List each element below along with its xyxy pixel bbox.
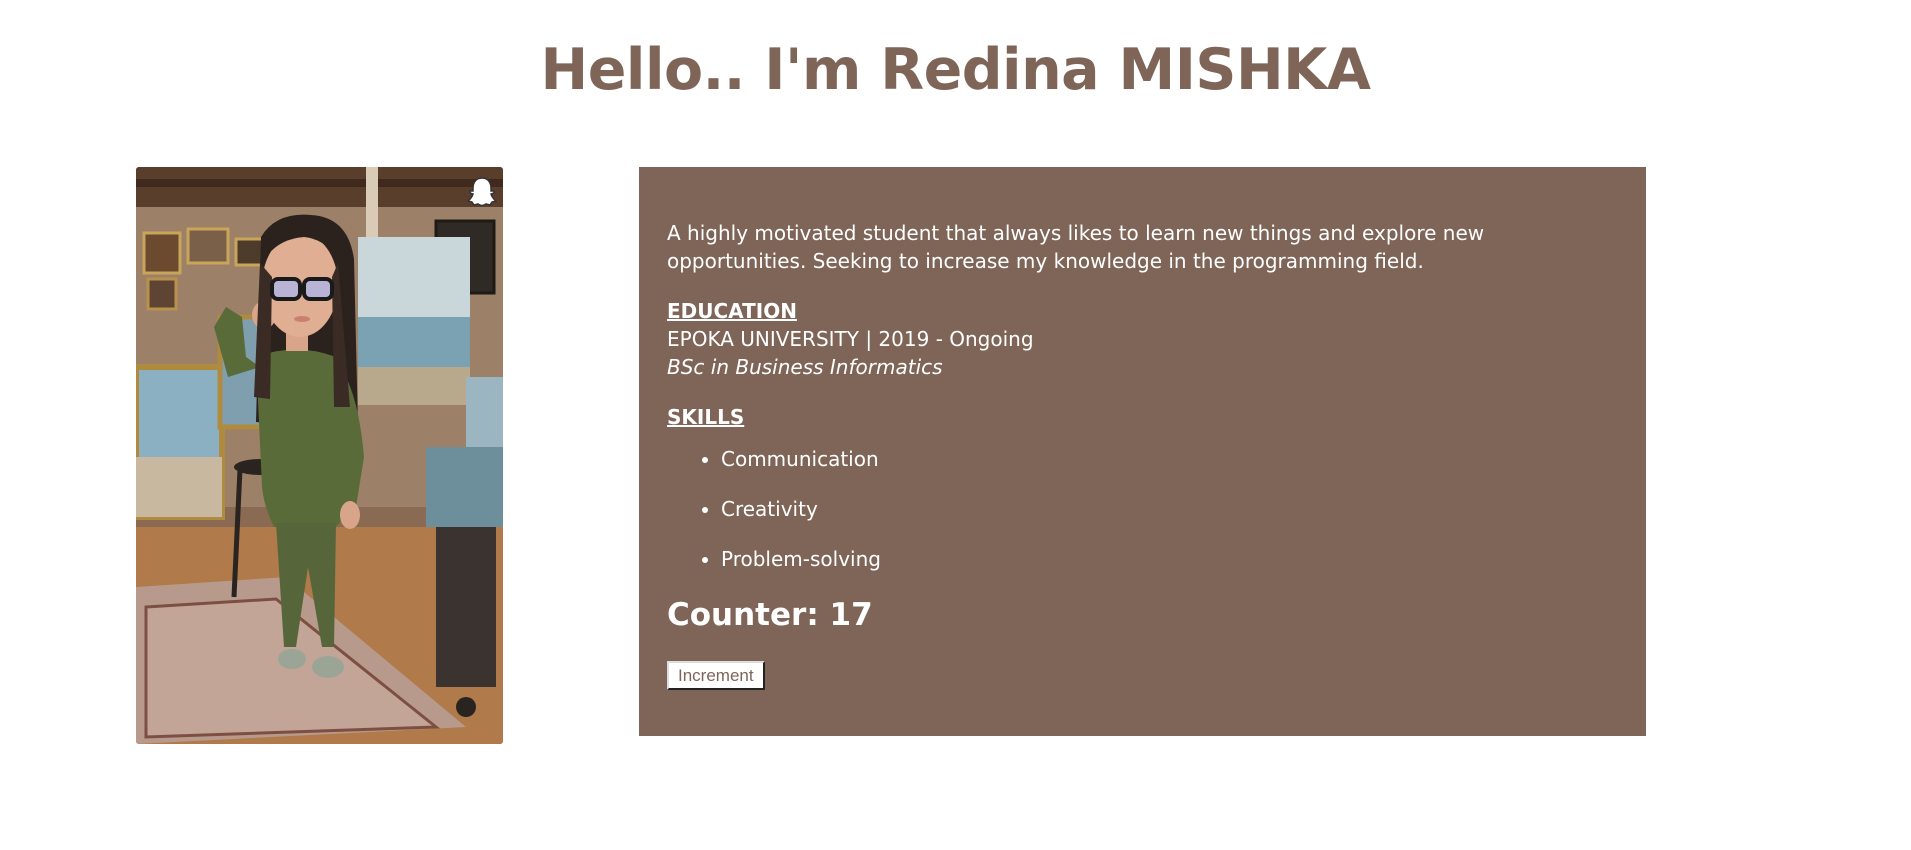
skill-item: Creativity bbox=[721, 495, 1618, 523]
skill-item: Problem-solving bbox=[721, 545, 1618, 573]
counter-label: Counter: 17 bbox=[667, 597, 873, 633]
skills-list: Communication Creativity Problem-solving bbox=[667, 445, 1618, 573]
page-title: Hello.. I'm Redina MISHKA bbox=[540, 37, 1371, 103]
avatar-photo bbox=[136, 167, 503, 744]
increment-button[interactable]: Increment bbox=[667, 661, 765, 690]
skill-item: Communication bbox=[721, 445, 1618, 473]
intro-text: A highly motivated student that always l… bbox=[667, 221, 1485, 273]
skills-heading: SKILLS bbox=[667, 405, 745, 429]
education-degree: BSc in Business Informatics bbox=[667, 355, 943, 379]
education-line: EPOKA UNIVERSITY | 2019 - Ongoing bbox=[667, 327, 1034, 351]
about-panel: A highly motivated student that always l… bbox=[639, 167, 1646, 736]
education-heading: EDUCATION bbox=[667, 299, 797, 323]
snapchat-ghost-icon bbox=[466, 177, 498, 207]
